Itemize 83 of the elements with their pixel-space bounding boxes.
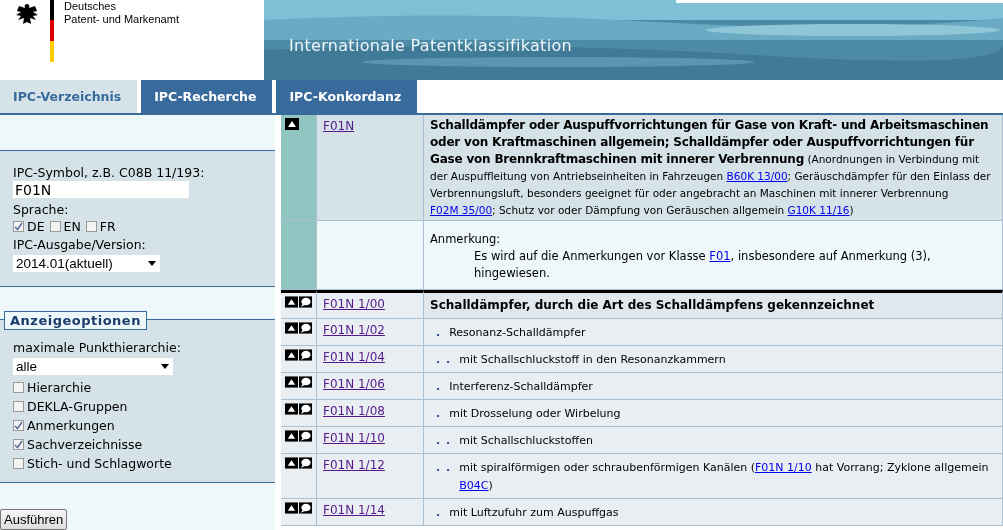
nav-tab[interactable]: IPC-Konkordanz [276, 80, 418, 113]
reference-link[interactable]: B60K 13/00 [726, 170, 788, 182]
group-description: . . mit spiralförmigen oder schraubenförmigen Kanälen (F01N 1/10 hat Vorrang; Zyklone allgemein B04C) [436, 459, 994, 495]
checkbox[interactable] [13, 439, 24, 450]
symbol-link[interactable]: F01N 1/10 [323, 431, 385, 445]
checkbox[interactable] [49, 221, 61, 232]
symbol-link[interactable]: F01N [323, 119, 355, 133]
hierarchy-dots: . [436, 406, 442, 422]
class-description: Schalldämpfer oder Auspuffvorrichtungen für Gase von Kraft- und Arbeitsmaschinen oder von Kraftmaschinen allgemein; Schalldämpfer oder Auspuffvorrichtungen für Gase von Brennkraftmaschinen mit innerer Verbrennung (Anordnungen in Verbindung mit der Auspuffleitung von Antriebseinheiten in Fahrzeugen B60K 13/00; Geräuschdämpfer für den Einlass der Verbrennungsluft, besonders geeignet für oder angebracht an Maschinen mit innerer Verbrennung F02M 35/00; Schutz vor oder Dämpfung von Geräuschen allgemein G10K 11/16) [430, 117, 992, 218]
speech-bubble-icon[interactable] [299, 349, 312, 361]
group-description: . . mit Schallschluckstoffen [436, 432, 994, 450]
checkbox-label: Anmerkungen [27, 417, 115, 434]
group-description: . mit Drosselung oder Wirbelung [436, 405, 994, 423]
speech-bubble-icon[interactable] [299, 457, 312, 469]
flag-stripe [50, 0, 54, 62]
up-arrow-icon[interactable] [285, 349, 298, 361]
checkbox[interactable] [13, 221, 24, 232]
symbol-link[interactable]: F01N 1/00 [323, 297, 385, 311]
field-label: IPC-Symbol, z.B. C08B 11/193: [13, 165, 206, 181]
hierarchy-dots: . [436, 325, 442, 341]
reference-link[interactable]: G10K 11/16 [787, 204, 850, 216]
checkbox[interactable] [85, 221, 97, 232]
checkbox-label: EN [63, 218, 81, 235]
group-description: . Interferenz-Schalldämpfer [436, 378, 994, 396]
up-arrow-icon[interactable] [285, 403, 298, 415]
up-arrow-icon[interactable] [285, 457, 298, 469]
dropdown-arrow-icon [148, 261, 156, 266]
up-arrow-icon[interactable] [285, 502, 298, 514]
up-arrow-icon[interactable] [285, 430, 298, 442]
checkbox-label: Hierarchie [27, 379, 92, 396]
reference-link[interactable]: F01 [709, 249, 731, 263]
checkbox-label: DE [27, 218, 45, 235]
version-dropdown[interactable]: 2014.01(aktuell) [13, 255, 160, 272]
hierarchy-dots: . . [436, 460, 452, 476]
group-description: . . mit Schallschluckstoff in den Resonanzkammern [436, 351, 994, 369]
group-description: Schalldämpfer, durch die Art des Schalldämpfens gekennzeichnet [430, 297, 876, 314]
hierarchy-dots: . . [436, 352, 452, 368]
speech-bubble-icon[interactable] [299, 376, 312, 388]
up-arrow-icon[interactable] [285, 322, 298, 334]
nav-tab[interactable]: IPC-Recherche [141, 80, 273, 113]
note-text: Es wird auf die Anmerkungen vor Klasse F01, insbesondere auf Anmerkung (3), hingewiesen. [473, 248, 932, 282]
field-label: IPC-Ausgabe/Version: [13, 237, 147, 253]
symbol-link[interactable]: F01N 1/12 [323, 458, 385, 472]
checkbox[interactable] [13, 382, 24, 393]
speech-bubble-icon[interactable] [299, 322, 312, 334]
up-arrow-icon[interactable] [285, 118, 299, 130]
speech-bubble-icon[interactable] [299, 296, 312, 308]
speech-bubble-icon[interactable] [299, 502, 312, 514]
hierarchy-dots: . . [436, 433, 452, 449]
reference-link[interactable]: F01N 1/10 [754, 461, 812, 474]
group-description: . Resonanz-Schalldämpfer [436, 324, 994, 342]
checkbox[interactable] [13, 420, 24, 431]
dropdown-arrow-icon [161, 364, 169, 369]
symbol-link[interactable]: F01N 1/06 [323, 377, 385, 391]
hierarchy-dots: . [436, 379, 442, 395]
field-label: maximale Punkthierarchie: [13, 340, 182, 356]
up-arrow-icon[interactable] [285, 296, 298, 308]
nav-tab[interactable]: IPC-Verzeichnis [0, 80, 138, 113]
checkbox-label: Sachverzeichnisse [27, 436, 143, 453]
field-label: Sprache: [13, 202, 70, 218]
hierarchy-dropdown[interactable]: alle [13, 358, 173, 375]
org-name: Deutsches [64, 0, 117, 13]
speech-bubble-icon[interactable] [299, 403, 312, 415]
section-legend: Anzeigeoptionen [4, 311, 147, 330]
checkbox-label: DEKLA-Gruppen [27, 398, 128, 415]
reference-link[interactable]: B04C [459, 479, 489, 492]
symbol-link[interactable]: F01N 1/14 [323, 503, 385, 517]
submit-button[interactable]: Ausführen [0, 509, 68, 530]
up-arrow-icon[interactable] [285, 376, 298, 388]
symbol-link[interactable]: F01N 1/02 [323, 323, 385, 337]
checkbox[interactable] [13, 401, 24, 412]
symbol-link[interactable]: F01N 1/08 [323, 404, 385, 418]
site-title: Internationale Patentklassifikation [289, 36, 572, 55]
hierarchy-dots: . [436, 505, 442, 521]
note-title: Anmerkung: [430, 231, 502, 248]
checkbox-label: FR [99, 218, 116, 235]
org-name: Patent- und Markenamt [64, 13, 179, 26]
symbol-link[interactable]: F01N 1/04 [323, 350, 385, 364]
speech-bubble-icon[interactable] [299, 430, 312, 442]
symbol-field[interactable]: F01N [13, 181, 189, 198]
checkbox[interactable] [13, 458, 24, 469]
checkbox-label: Stich- und Schlagworte [27, 455, 172, 472]
group-description: . mit Luftzufuhr zum Auspuffgas [436, 504, 994, 522]
